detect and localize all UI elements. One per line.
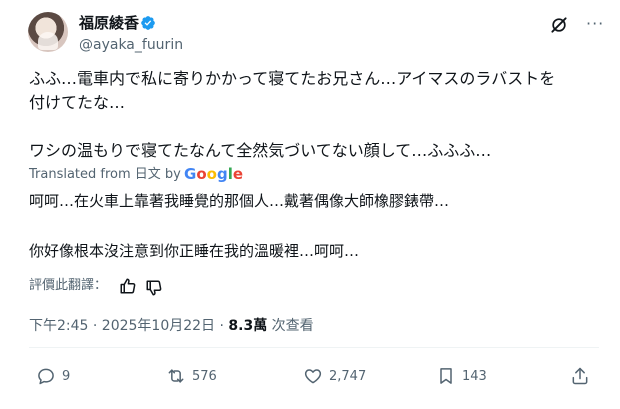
tweet-timestamp[interactable]: 下午2:45 · 2025年10月22日 · — [29, 318, 224, 334]
bookmark-icon — [440, 368, 452, 384]
like-icon — [304, 369, 322, 384]
tweet-text-line: ワシの温もりで寝てたなんて全然気づいてない顔して…ふふふ… — [29, 141, 492, 160]
tweet-text-line: 付けてたな… — [29, 93, 126, 112]
translation-attribution: Translated from 日文 by — [29, 167, 181, 182]
like-count: 2,747 — [329, 368, 367, 384]
share-icon — [572, 367, 588, 385]
share-button[interactable] — [570, 366, 596, 386]
more-options-icon[interactable]: ··· — [586, 14, 604, 33]
author-display-name[interactable]: 福原綾香 — [79, 14, 139, 32]
tweet-text-line: ふふ…電車内で私に寄りかかって寝てたお兄さん…アイマスのラバストを — [29, 69, 556, 88]
tweet-metadata: 下午2:45 · 2025年10月22日 · 8.3萬 次查看 — [29, 317, 314, 335]
divider — [29, 347, 599, 348]
repost-icon — [168, 369, 184, 383]
google-logo: Google — [184, 165, 244, 183]
reply-count: 9 — [62, 368, 71, 384]
author-handle[interactable]: @ayaka_fuurin — [79, 36, 183, 54]
reply-icon — [38, 368, 54, 385]
view-count-label: 次查看 — [271, 318, 314, 334]
bookmark-count: 143 — [462, 368, 487, 384]
reply-button[interactable]: 9 — [36, 366, 70, 386]
repost-count: 576 — [192, 368, 217, 384]
repost-button[interactable]: 576 — [166, 366, 217, 386]
grok-icon[interactable] — [549, 15, 569, 35]
rate-translation-label: 評價此翻譯： — [29, 278, 108, 293]
translated-text-line: 呵呵…在火車上靠著我睡覺的那個人…戴著偶像大師橡膠錶帶… — [29, 192, 450, 210]
bookmark-button[interactable]: 143 — [436, 366, 487, 386]
like-button[interactable]: 2,747 — [303, 366, 366, 386]
view-count: 8.3萬 — [228, 318, 268, 334]
thumbs-down-icon[interactable] — [145, 279, 163, 297]
verified-badge-icon — [141, 16, 155, 30]
translated-text-line: 你好像根本沒注意到你正睡在我的溫暖裡…呵呵… — [29, 242, 360, 260]
thumbs-up-icon[interactable] — [119, 277, 137, 295]
author-avatar[interactable] — [28, 12, 68, 52]
